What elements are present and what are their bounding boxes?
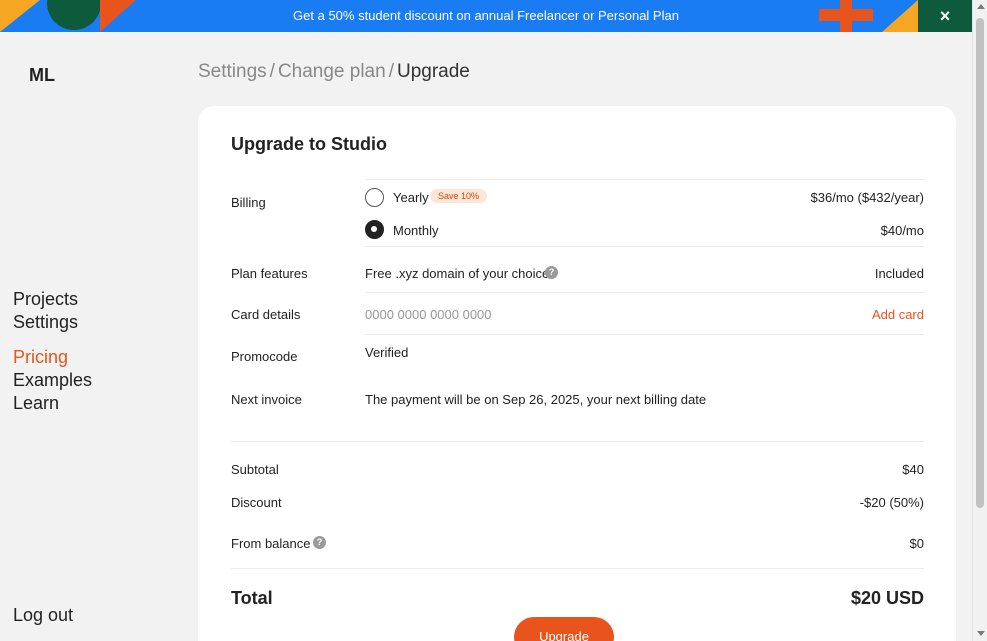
scroll-up-arrow-icon[interactable]: [977, 4, 985, 9]
divider: [231, 568, 924, 569]
card-title: Upgrade to Studio: [231, 134, 387, 154]
breadcrumb-settings[interactable]: Settings: [198, 61, 267, 82]
discount-label: Discount: [231, 495, 282, 510]
card-number-field[interactable]: 0000 0000 0000 0000: [365, 307, 492, 322]
next-invoice-label: Next invoice: [231, 392, 302, 407]
billing-yearly-label[interactable]: Yearly: [393, 190, 429, 205]
next-invoice-text: The payment will be on Sep 26, 2025, you…: [365, 392, 707, 407]
billing-yearly-radio[interactable]: [365, 188, 384, 207]
breadcrumb-change-plan[interactable]: Change plan: [278, 61, 386, 82]
close-icon: ×: [939, 6, 951, 26]
plan-feature-domain: Free .xyz domain of your choice: [365, 266, 550, 281]
sidebar-item-projects[interactable]: Projects: [13, 288, 92, 311]
billing-label: Billing: [231, 195, 266, 210]
discount-value: -$20 (50%): [859, 495, 924, 510]
breadcrumb-separator: /: [388, 61, 394, 82]
breadcrumb-separator: /: [269, 61, 275, 82]
sidebar-item-pricing[interactable]: Pricing: [13, 346, 92, 369]
promocode-label: Promocode: [231, 349, 298, 364]
sidebar-nav: Projects Settings Pricing Examples Learn: [13, 288, 92, 415]
save-badge: Save 10%: [430, 189, 488, 203]
logout-link[interactable]: Log out: [13, 605, 73, 626]
subtotal-label: Subtotal: [231, 462, 279, 477]
divider: [231, 441, 924, 442]
subtotal-value: $40: [902, 462, 924, 477]
app-logo[interactable]: ML: [29, 65, 55, 86]
help-icon[interactable]: ?: [545, 266, 558, 279]
total-label: Total: [231, 588, 273, 608]
monthly-price: $40/mo: [880, 223, 924, 238]
billing-monthly-label[interactable]: Monthly: [393, 223, 439, 238]
total-value: $20 USD: [850, 588, 924, 608]
sidebar-item-examples[interactable]: Examples: [13, 369, 92, 392]
banner-decoration: [882, 0, 918, 32]
page-scrollbar[interactable]: [972, 0, 987, 641]
from-balance-value: $0: [909, 536, 924, 551]
yearly-price: $36/mo ($432/year): [810, 190, 924, 205]
promocode-status: Verified: [365, 345, 409, 360]
sidebar-item-settings[interactable]: Settings: [13, 311, 92, 334]
scrollbar-thumb[interactable]: [976, 18, 984, 508]
add-card-link[interactable]: Add card: [872, 307, 924, 322]
card-details-label: Card details: [231, 307, 301, 322]
upgrade-button[interactable]: Upgrade: [514, 617, 614, 641]
divider: [365, 179, 924, 180]
upgrade-card: Upgrade to Studio Billing Yearly Save 10…: [198, 106, 956, 641]
banner-plus-decoration: [819, 0, 873, 32]
promo-banner: Get a 50% student discount on annual Fre…: [0, 0, 972, 32]
plan-features-label: Plan features: [231, 266, 308, 281]
divider: [365, 334, 924, 335]
scroll-down-arrow-icon[interactable]: [977, 631, 985, 636]
sidebar-item-learn[interactable]: Learn: [13, 392, 92, 415]
breadcrumb-upgrade: Upgrade: [396, 61, 470, 82]
help-icon[interactable]: ?: [313, 536, 326, 549]
divider: [365, 292, 924, 293]
breadcrumb: Settings / Change plan / Upgrade: [198, 61, 470, 83]
divider: [365, 246, 924, 247]
plan-feature-status: Included: [874, 266, 924, 281]
close-banner-button[interactable]: ×: [918, 0, 972, 32]
billing-monthly-radio[interactable]: [365, 220, 384, 239]
from-balance-label: From balance: [231, 536, 311, 551]
